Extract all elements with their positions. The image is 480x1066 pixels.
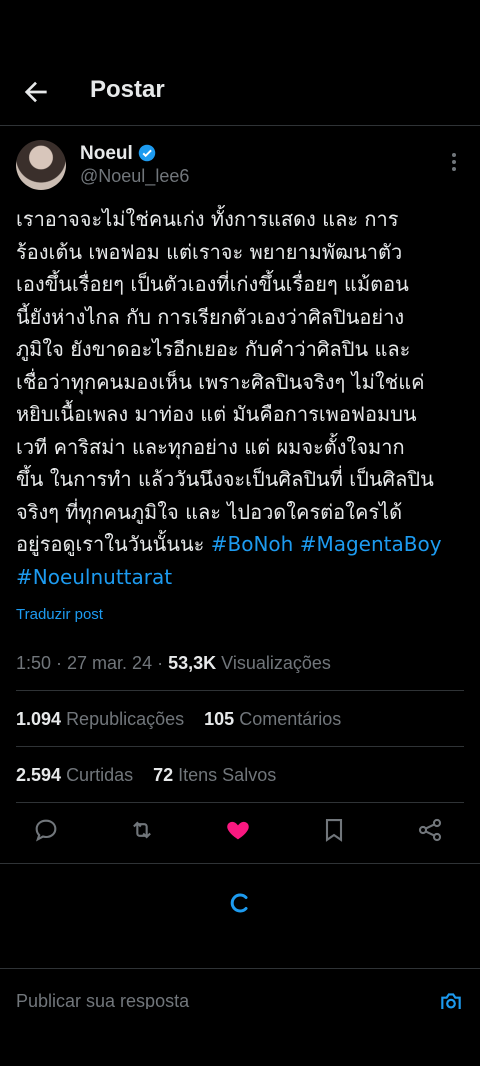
reply-button[interactable] [32, 816, 64, 848]
tweet-line: เวที คาริสม่า และทุกอย่าง แต่ ผมจะตั้งใจ… [16, 434, 405, 459]
tweet-line: นี้ยังห่างไกล กับ การเรียกตัวเองว่าศิลปิ… [16, 304, 405, 329]
camera-icon[interactable] [438, 989, 464, 1009]
tweet-line: อยู่รอดูเราในวันนั้นนะ #BoNoh #MagentaBo… [16, 528, 468, 561]
author-handle[interactable]: @Noeul_lee6 [80, 166, 189, 187]
translate-link[interactable]: Traduzir post [16, 606, 103, 623]
tweet-line: เองขึ้นเรื่อยๆ เป็นตัวเองที่เก่งขึ้นเรื่… [16, 272, 409, 296]
views-label: Visualizações [221, 653, 331, 673]
loading-spinner-icon [230, 893, 248, 913]
hashtag-link[interactable]: #Noeulnuttarat [16, 565, 172, 589]
views-count: 53,3K [168, 653, 217, 673]
more-vertical-icon[interactable] [446, 150, 462, 174]
author-name[interactable]: Noeul [80, 143, 133, 165]
comments-stat[interactable]: 105 Comentários [204, 709, 341, 729]
reply-icon [35, 819, 57, 842]
saves-stat[interactable]: 72 Itens Salvos [153, 765, 276, 785]
bookmark-button[interactable] [320, 816, 352, 848]
divider [0, 863, 480, 864]
repost-icon [133, 821, 151, 839]
tweet-line: เชื่อว่าทุกคนมองเห็น เพราะศิลปินจริงๆ ไม… [16, 369, 425, 394]
tweet-line-text: อยู่รอดูเราในวันนั้นนะ [16, 532, 211, 556]
bookmark-icon [325, 819, 343, 842]
tweet-line: เราอาจจะไม่ใช่คนเก่ง ทั้งการแสดง และ การ [16, 207, 399, 231]
post-meta: 1:50 · 27 mar. 24 · 53,3K Visualizações [16, 653, 331, 674]
share-icon [418, 818, 442, 842]
avatar[interactable] [16, 140, 66, 190]
tweet-line: #Noeulnuttarat [16, 561, 468, 594]
tweet-line: จริงๆ ที่ทุกคนภูมิใจ และ ไปอวดใครต่อใครไ… [16, 499, 403, 524]
header-divider [0, 125, 480, 126]
back-arrow-icon [24, 81, 47, 103]
like-icon [227, 821, 249, 840]
top-bar: Postar [0, 60, 480, 124]
divider [16, 746, 464, 747]
tweet-line: หยิบเนื้อเพลง มาท่อง แต่ มันคือการเพอฟอม… [16, 402, 417, 426]
reposts-stat[interactable]: 1.094 Republicações [16, 709, 184, 729]
share-button[interactable] [416, 816, 448, 848]
reply-composer-bar: Publicar sua resposta [0, 968, 480, 1009]
stats-row: 2.594 Curtidas 72 Itens Salvos [16, 765, 276, 786]
tweet-line: ขึ้น ในการทำ แล้ววันนึงจะเป็นศิลปินที่ เ… [16, 467, 434, 491]
repost-button[interactable] [128, 816, 160, 848]
action-bar [0, 816, 480, 852]
post-timestamp: 1:50 · 27 mar. 24 · [16, 653, 169, 673]
reply-input[interactable]: Publicar sua resposta [16, 991, 189, 1009]
divider [16, 802, 464, 803]
like-button[interactable] [224, 816, 256, 848]
stats-row: 1.094 Republicações 105 Comentários [16, 709, 341, 730]
divider [16, 690, 464, 691]
tweet-line: ร้องเต้น เพอฟอม แต่เราจะ พยายามพัฒนาตัว [16, 239, 403, 264]
hashtag-link[interactable]: #MagentaBoy [300, 532, 442, 556]
tweet-text: เราอาจจะไม่ใช่คนเก่ง ทั้งการแสดง และ การ… [16, 203, 468, 593]
hashtag-link[interactable]: #BoNoh [211, 532, 294, 556]
back-button[interactable] [20, 76, 52, 108]
page-title: Postar [90, 76, 165, 103]
verified-icon [138, 144, 156, 162]
likes-stat[interactable]: 2.594 Curtidas [16, 765, 133, 785]
tweet-line: ภูมิใจ ยังขาดอะไรอีกเยอะ กับคำว่าศิลปิน … [16, 337, 411, 361]
